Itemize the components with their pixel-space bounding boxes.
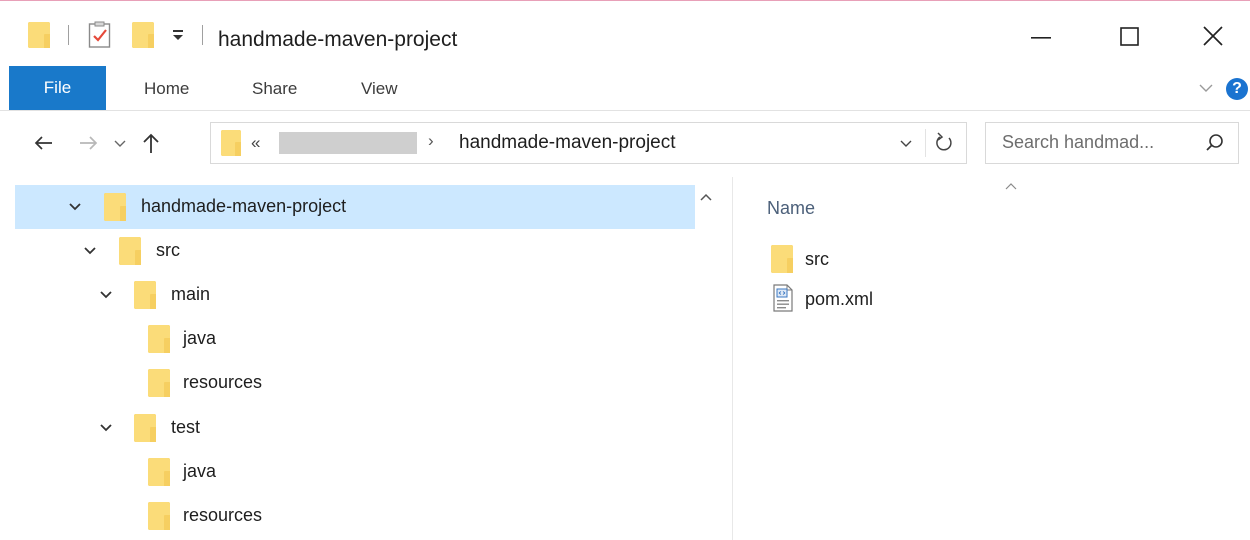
chevron-down-icon [114,140,126,147]
chevron-down-icon [900,140,912,147]
navigation-pane: handmade-maven-project src main java res… [0,177,733,540]
search-box[interactable]: Search handmad... [985,122,1239,164]
chevron-down-icon[interactable] [97,419,115,437]
tab-share[interactable]: Share [252,66,297,110]
forward-button[interactable] [74,125,104,161]
folder-icon [148,502,170,530]
maximize-button[interactable] [1106,15,1152,59]
folder-icon [134,281,156,309]
new-folder-icon[interactable] [132,22,154,48]
toolbar-separator [68,25,69,45]
chevron-down-icon [1199,84,1213,92]
list-item-pom-xml[interactable]: pom.xml [767,283,1067,319]
chevron-down-icon[interactable] [97,286,115,304]
title-bar: handmade-maven-project [0,1,1250,65]
refresh-button[interactable] [925,129,962,157]
folder-icon [28,22,50,48]
properties-icon[interactable] [88,21,112,49]
folder-icon [148,325,170,353]
expand-ribbon-button[interactable] [1196,78,1216,98]
navigation-bar: « › handmade-maven-project Search handma… [0,111,1250,177]
tree-item-label: main [171,284,211,304]
breadcrumb-current-folder[interactable]: handmade-maven-project [459,132,676,154]
address-dropdown-button[interactable] [897,134,915,157]
address-bar[interactable]: « › handmade-maven-project [210,122,967,164]
tree-item-test-resources[interactable]: resources [15,494,695,538]
file-list: Name src pom.xml [733,177,1250,540]
tree-item-handmade-maven-project[interactable]: handmade-maven-project [15,185,695,229]
tree-item-label: test [171,417,201,437]
back-arrow-icon [34,136,52,150]
search-input[interactable]: Search handmad... [1002,132,1154,153]
folder-icon [148,369,170,397]
tree-item-test[interactable]: test [15,406,695,450]
tree-item-label: java [183,461,217,481]
tree-item-label: resources [183,505,263,525]
maximize-icon [1120,27,1139,46]
tree-item-main-java[interactable]: java [15,317,695,361]
chevron-up-icon [700,193,712,201]
search-icon[interactable] [1204,132,1226,159]
tree-item-label: java [183,328,217,348]
toolbar-separator [202,25,203,45]
tree-item-main-resources[interactable]: resources [15,361,695,405]
recent-locations-button[interactable] [110,125,130,161]
chevron-down-icon[interactable] [66,198,84,216]
folder-icon [148,458,170,486]
help-button[interactable]: ? [1226,78,1248,100]
close-icon [1203,26,1223,46]
up-arrow-icon [143,133,159,153]
folder-icon [221,130,241,156]
sort-indicator-icon [1003,180,1019,198]
redacted-path-segment [279,132,417,154]
minimize-icon [1031,37,1051,39]
tree-item-label: resources [183,372,263,392]
close-button[interactable] [1190,15,1236,59]
chevron-down-icon[interactable] [81,242,99,260]
tab-home[interactable]: Home [144,66,189,110]
forward-arrow-icon [80,136,98,150]
list-item-label: pom.xml [805,289,874,309]
tree-item-label: src [156,240,180,260]
folder-icon [134,414,156,442]
list-item-src[interactable]: src [767,243,1067,279]
tab-file[interactable]: File [9,66,106,110]
tab-view[interactable]: View [361,66,398,110]
breadcrumb-separator[interactable]: › [428,131,434,151]
folder-icon [119,237,141,265]
column-header-name[interactable]: Name [767,198,815,219]
minimize-button[interactable] [1018,15,1064,59]
up-button[interactable] [136,125,166,161]
tree-item-src[interactable]: src [15,229,695,273]
folder-icon [104,193,126,221]
scroll-up-button[interactable] [698,191,714,210]
back-button[interactable] [30,125,60,161]
list-item-label: src [805,249,829,269]
tree-item-label: handmade-maven-project [141,196,347,216]
tree-item-main[interactable]: main [15,273,695,317]
customize-toolbar-icon[interactable] [170,27,186,43]
ribbon-tabs: File Home Share View ? [0,66,1250,111]
refresh-icon [936,132,952,151]
xml-file-icon [771,284,795,312]
window-title: handmade-maven-project [218,28,458,51]
folder-icon [771,245,793,273]
overflow-chevrons[interactable]: « [251,133,260,153]
tree-item-test-java[interactable]: java [15,450,695,494]
